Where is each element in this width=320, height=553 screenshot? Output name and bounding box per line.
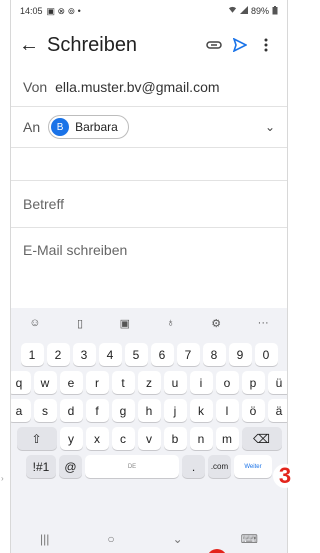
settings-icon[interactable]: ⚙ — [211, 317, 221, 330]
space-key[interactable]: DE — [85, 455, 179, 478]
nav-back-icon[interactable]: ⌄ — [173, 532, 183, 546]
mic-icon[interactable]: ♁ — [167, 317, 175, 329]
key-row-2: asdfghjklöä — [11, 399, 287, 422]
key-row-3: ⇧ yxcvbnm ⌫ — [11, 427, 287, 450]
letter-key[interactable]: f — [85, 399, 109, 422]
letter-key[interactable]: a — [11, 399, 31, 422]
recipient-name: Barbara — [75, 120, 118, 134]
at-key[interactable]: @ — [59, 455, 82, 478]
number-key[interactable]: 5 — [124, 343, 148, 366]
letter-key[interactable]: j — [163, 399, 187, 422]
number-key[interactable]: 8 — [202, 343, 226, 366]
wifi-icon — [228, 6, 237, 16]
letter-key[interactable]: d — [59, 399, 83, 422]
letter-key[interactable]: r — [85, 371, 109, 394]
letter-key[interactable]: h — [137, 399, 161, 422]
letter-key[interactable]: e — [59, 371, 83, 394]
side-hint: › — [1, 474, 4, 483]
more-vert-icon[interactable] — [253, 38, 279, 52]
letter-key[interactable]: y — [59, 427, 83, 450]
letter-key[interactable]: g — [111, 399, 135, 422]
shift-key[interactable]: ⇧ — [16, 427, 57, 450]
to-field[interactable]: An B Barbara ⌄ — [11, 107, 287, 148]
more-icon[interactable]: ··· — [258, 317, 269, 329]
keyboard-toolbar: ☺ ▯ ▣ ♁ ⚙ ··· — [11, 308, 287, 338]
letter-key[interactable]: t — [111, 371, 135, 394]
app-bar: ← Schreiben — [11, 22, 287, 68]
page-title: Schreiben — [47, 33, 138, 56]
letter-key[interactable]: z — [137, 371, 161, 394]
body-placeholder: E-Mail schreiben — [23, 242, 128, 258]
emoji-icon[interactable]: ☺ — [29, 317, 40, 329]
letter-key[interactable]: ü — [267, 371, 287, 394]
letter-key[interactable]: c — [111, 427, 135, 450]
to-label: An — [23, 119, 41, 135]
red-tab-marker — [207, 549, 227, 553]
letter-key[interactable]: p — [241, 371, 265, 394]
nav-bar: ||| ○ ⌄ ⌨ — [11, 525, 287, 553]
letter-key[interactable]: b — [163, 427, 187, 450]
letter-key[interactable]: s — [33, 399, 57, 422]
number-key[interactable]: 1 — [20, 343, 44, 366]
recipient-chip[interactable]: B Barbara — [48, 115, 129, 139]
subject-placeholder: Betreff — [23, 196, 64, 212]
letter-key[interactable]: l — [215, 399, 239, 422]
step-badge: 3 — [273, 463, 297, 488]
keyboard: ☺ ▯ ▣ ♁ ⚙ ··· 1234567890 qwertzuiopü asd… — [11, 308, 287, 553]
subject-field[interactable]: Betreff — [11, 181, 287, 228]
status-time: 14:05 — [20, 6, 43, 16]
letter-key[interactable]: w — [33, 371, 57, 394]
letter-key[interactable]: o — [215, 371, 239, 394]
number-key[interactable]: 2 — [46, 343, 70, 366]
recipient-avatar: B — [51, 118, 70, 136]
letter-key[interactable]: x — [85, 427, 109, 450]
recents-icon[interactable]: ||| — [40, 532, 49, 546]
sticker-icon[interactable]: ▣ — [120, 317, 130, 330]
letter-key[interactable]: n — [189, 427, 213, 450]
key-row-3-letters: yxcvbnm — [59, 427, 239, 450]
battery-level: 89% — [250, 6, 269, 16]
dotcom-key[interactable]: .com — [208, 455, 231, 478]
send-icon[interactable] — [227, 38, 253, 52]
backspace-key[interactable]: ⌫ — [241, 427, 282, 450]
next-key[interactable]: Weiter — [234, 455, 272, 478]
letter-key[interactable]: m — [215, 427, 239, 450]
key-row-1: qwertzuiopü — [11, 371, 287, 394]
signal-icon — [239, 6, 248, 16]
letter-key[interactable]: v — [137, 427, 161, 450]
keyboard-icon[interactable]: ⌨ — [241, 532, 258, 546]
number-key[interactable]: 3 — [72, 343, 96, 366]
number-key[interactable]: 7 — [176, 343, 200, 366]
number-key[interactable]: 0 — [254, 343, 278, 366]
home-icon[interactable]: ○ — [107, 532, 114, 546]
dot-key[interactable]: . — [182, 455, 205, 478]
attach-icon[interactable] — [201, 40, 227, 50]
letter-key[interactable]: ö — [241, 399, 265, 422]
battery-icon — [272, 5, 278, 17]
status-icons: ▣ ⊗ ⊚ • — [46, 5, 81, 16]
letter-key[interactable]: u — [163, 371, 187, 394]
back-arrow-icon[interactable]: ← — [19, 34, 41, 57]
number-key[interactable]: 9 — [228, 343, 252, 366]
status-bar: 14:05 ▣ ⊗ ⊚ • 89% — [11, 0, 287, 22]
from-label: Von — [23, 79, 48, 95]
number-key[interactable]: 6 — [150, 343, 174, 366]
phone-screen: 14:05 ▣ ⊗ ⊚ • 89% ← Schreiben Von ella.m… — [10, 0, 288, 553]
clipboard-icon[interactable]: ▯ — [77, 317, 83, 330]
cc-area[interactable] — [11, 148, 287, 181]
number-key[interactable]: 4 — [98, 343, 122, 366]
letter-key[interactable]: ä — [267, 399, 287, 422]
from-field[interactable]: Von ella.muster.bv@gmail.com — [11, 68, 287, 107]
chevron-down-icon[interactable]: ⌄ — [265, 120, 275, 134]
from-address: ella.muster.bv@gmail.com — [55, 79, 220, 95]
symbols-key[interactable]: !#1 — [26, 455, 56, 478]
letter-key[interactable]: k — [189, 399, 213, 422]
key-row-numbers: 1234567890 — [11, 343, 287, 366]
key-row-bottom: !#1 @ DE . .com Weiter — [11, 455, 287, 478]
letter-key[interactable]: i — [189, 371, 213, 394]
letter-key[interactable]: q — [11, 371, 31, 394]
